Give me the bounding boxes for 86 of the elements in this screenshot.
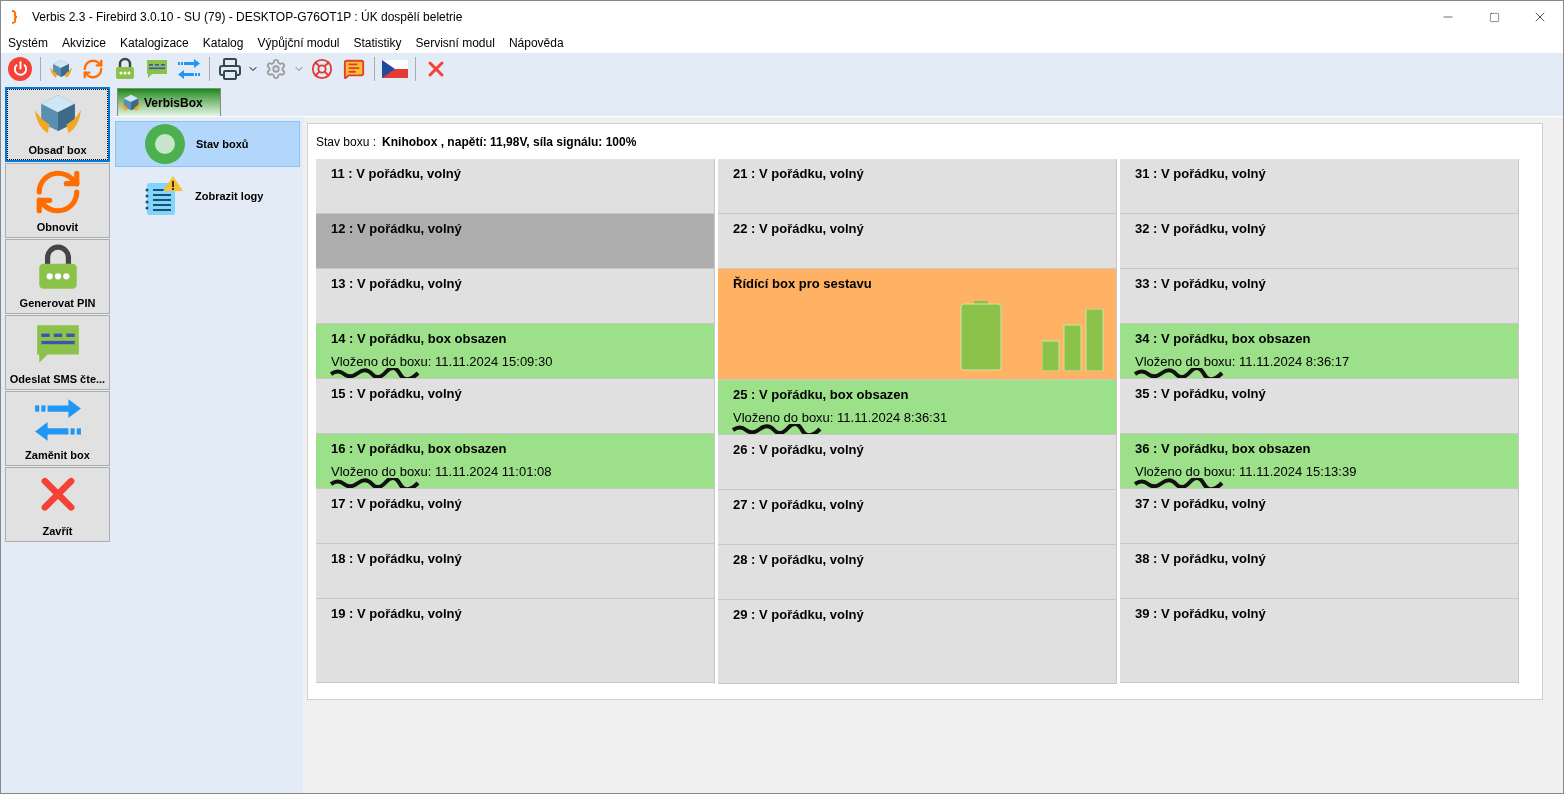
box-title: 13 : V pořádku, volný [331,275,463,293]
box-title: 19 : V pořádku, volný [331,605,463,623]
padlock-icon [113,56,137,81]
log-warning-icon [143,175,185,217]
nav-item[interactable]: Zobrazit logy [115,173,300,219]
box-cell[interactable]: 12 : V pořádku, volný [316,214,714,269]
sidebar-button[interactable]: Generovat PIN [5,239,110,314]
sidebar-button[interactable]: Odeslat SMS čte... [5,315,110,390]
menu-item[interactable]: Nápověda [501,34,571,52]
swap-arrows-icon [177,56,201,81]
app-logo-icon [10,10,20,24]
box-cell[interactable]: 27 : V pořádku, volný [718,490,1116,545]
sidebar-button[interactable]: Zaměnit box [5,391,110,466]
menu-item[interactable]: Systém [1,34,55,52]
window-title: Verbis 2.3 - Firebird 3.0.10 - SU (79) - DESKTOP-G76OT1P : ÚK dospělí beletrie [32,8,463,26]
inserted-time: Vloženo do boxu: 11.11.2024 11:01:08 [331,462,553,481]
box-title: 28 : V pořádku, volný [733,551,865,569]
flag-icon[interactable] [382,59,408,78]
box-title: 14 : V pořádku, box obsazen [331,330,508,348]
ring-icon [144,123,186,165]
box-title: 26 : V pořádku, volný [733,441,865,459]
inserted-time: Vloženo do boxu: 11.11.2024 8:36:31 [733,408,949,427]
box-title: 36 : V pořádku, box obsazen [1135,440,1312,458]
box-cell[interactable]: 19 : V pořádku, volný [316,599,714,683]
box-title: 38 : V pořádku, volný [1135,550,1267,568]
box-cell[interactable]: 15 : V pořádku, volný [316,379,714,434]
box-cell[interactable]: 28 : V pořádku, volný [718,545,1116,600]
box-cell[interactable]: 37 : V pořádku, volný [1120,489,1518,544]
box-cell[interactable]: 14 : V pořádku, box obsazen Vloženo do boxu: 11.11.2024 15:09:30 [316,324,714,379]
box-title: 34 : V pořádku, box obsazen [1135,330,1312,348]
box-title: 25 : V pořádku, box obsazen [733,386,910,404]
menu-item[interactable]: Statistiky [346,34,409,52]
status-value: Knihobox , napětí: 11,98V, síla signálu: 100% [382,134,637,151]
box-cell[interactable]: 16 : V pořádku, box obsazen Vloženo do boxu: 11.11.2024 11:01:08 [316,434,714,489]
box-cell[interactable]: 38 : V pořádku, volný [1120,544,1518,599]
sidebar-button[interactable]: Obnovit [5,163,110,238]
box-title: 35 : V pořádku, volný [1135,385,1267,403]
menu-item[interactable]: Akvizice [55,34,114,52]
box-title: 17 : V pořádku, volný [331,495,463,513]
box-title: 29 : V pořádku, volný [733,606,865,624]
box-cell[interactable]: 31 : V pořádku, volný [1120,159,1518,214]
box-title: Řídící box pro sestavu [733,275,873,293]
box-title: 16 : V pořádku, box obsazen [331,440,508,458]
box-title: 37 : V pořádku, volný [1135,495,1267,513]
sidebar-button[interactable]: Zavřít [5,467,110,542]
box-cell[interactable]: 22 : V pořádku, volný [718,214,1116,269]
box-cell[interactable]: 32 : V pořádku, volný [1120,214,1518,269]
maximize-icon[interactable] [1488,11,1500,23]
box-title: 22 : V pořádku, volný [733,220,865,238]
box-title: 31 : V pořádku, volný [1135,165,1267,183]
menu-item[interactable]: Výpůjční modul [250,34,347,52]
inserted-time: Vloženo do boxu: 11.11.2024 15:09:30 [331,352,554,371]
box-cell[interactable]: 33 : V pořádku, volný [1120,269,1518,324]
menu-item[interactable]: Servisní modul [408,34,502,52]
verbisbox-tab[interactable]: VerbisBox [117,88,221,116]
signal-icon [1042,309,1104,371]
battery-icon [960,301,1002,371]
inserted-time: Vloženo do boxu: 11.11.2024 8:36:17 [1135,352,1351,371]
inserted-time: Vloženo do boxu: 11.11.2024 15:13:39 [1135,462,1358,481]
box-cell[interactable]: Řídící box pro sestavu [718,269,1116,380]
box-title: 15 : V pořádku, volný [331,385,463,403]
menu-item[interactable]: Katalog [195,34,251,52]
box-cell[interactable]: 25 : V pořádku, box obsazen Vloženo do boxu: 11.11.2024 8:36:31 [718,380,1116,435]
box-cell[interactable]: 26 : V pořádku, volný [718,435,1116,490]
box-cell[interactable]: 34 : V pořádku, box obsazen Vloženo do boxu: 11.11.2024 8:36:17 [1120,324,1518,379]
box-cell[interactable]: 11 : V pořádku, volný [316,159,714,214]
box-title: 39 : V pořádku, volný [1135,605,1267,623]
box-cell[interactable]: 35 : V pořádku, volný [1120,379,1518,434]
box-cell[interactable]: 29 : V pořádku, volný [718,600,1116,684]
box-title: 27 : V pořádku, volný [733,496,865,514]
box-cell[interactable]: 21 : V pořádku, volný [718,159,1116,214]
box-cell[interactable]: 17 : V pořádku, volný [316,489,714,544]
box-cell[interactable]: 39 : V pořádku, volný [1120,599,1518,683]
box-title: 18 : V pořádku, volný [331,550,463,568]
box-title: 21 : V pořádku, volný [733,165,865,183]
status-label: Stav boxu : [316,134,377,151]
box-cell[interactable]: 36 : V pořádku, box obsazen Vloženo do boxu: 11.11.2024 15:13:39 [1120,434,1518,489]
box-title: 33 : V pořádku, volný [1135,275,1267,293]
box-title: 11 : V pořádku, volný [331,165,463,183]
nav-item[interactable]: Stav boxů [115,121,300,167]
box-title: 12 : V pořádku, volný [331,220,463,238]
sidebar-button[interactable]: Obsaď box [5,87,110,162]
box-title: 32 : V pořádku, volný [1135,220,1267,238]
box-cell[interactable]: 18 : V pořádku, volný [316,544,714,599]
box-cell[interactable]: 13 : V pořádku, volný [316,269,714,324]
menu-item[interactable]: Katalogizace [113,34,196,52]
